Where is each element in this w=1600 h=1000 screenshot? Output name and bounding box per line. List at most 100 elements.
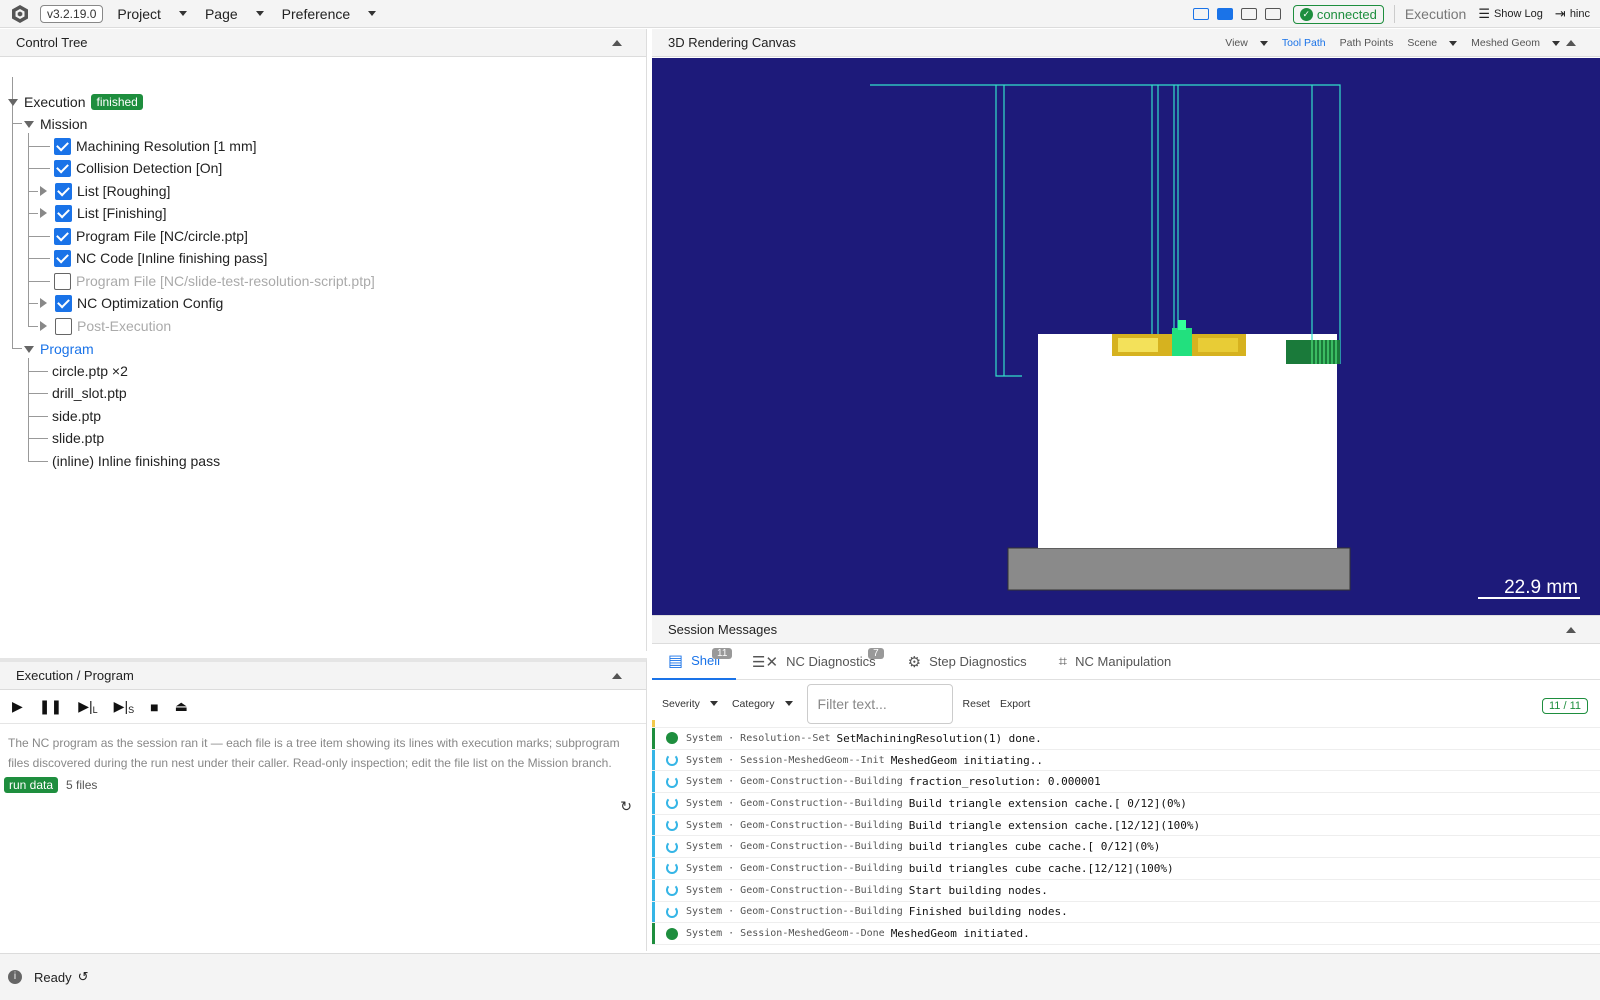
tree-node-mission[interactable]: Mission xyxy=(24,113,87,135)
checkbox[interactable] xyxy=(54,249,71,267)
history-icon[interactable]: ↺ xyxy=(78,969,89,985)
item-label: Collision Detection [On] xyxy=(76,160,223,176)
tree-node-execution[interactable]: Execution finished xyxy=(8,91,143,113)
tool-path-toggle[interactable]: Tool Path xyxy=(1282,37,1326,49)
checkbox[interactable] xyxy=(54,159,71,177)
program-item[interactable]: side.ptp xyxy=(52,405,101,427)
collapse-icon[interactable] xyxy=(1566,40,1576,46)
logout-icon: ⇥ xyxy=(1554,6,1566,21)
mission-item[interactable]: Collision Detection [On] xyxy=(54,157,222,179)
play-icon[interactable]: ▶ xyxy=(12,698,23,715)
eject-icon[interactable]: ⏏ xyxy=(175,698,188,715)
collapse-icon[interactable] xyxy=(612,673,622,679)
message-row[interactable]: System · Geom-Construction--Building Buil… xyxy=(652,793,1600,815)
tab-count-badge: 7 xyxy=(868,647,884,659)
tab-nc-manipulation[interactable]: ⌗ NC Manipulation xyxy=(1043,644,1188,680)
tool-label: View xyxy=(1225,37,1248,49)
path-points-toggle[interactable]: Path Points xyxy=(1340,37,1394,49)
user-menu[interactable]: ⇥ hinc xyxy=(1555,6,1590,22)
message-row[interactable]: System · Geom-Construction--Building buil… xyxy=(652,836,1600,859)
shell-icon: ▤ xyxy=(668,652,684,670)
node-label: Program xyxy=(40,341,94,357)
program-item[interactable]: (inline) Inline finishing pass xyxy=(52,450,220,472)
collapse-icon[interactable] xyxy=(1566,627,1576,633)
message-row[interactable]: System · Geom-Construction--Building frac… xyxy=(652,771,1600,794)
tree-guide xyxy=(28,281,50,282)
control-tree-panel: Control Tree Execution finished Mission … xyxy=(0,29,647,651)
checkbox[interactable] xyxy=(55,294,72,312)
mission-item[interactable]: NC Optimization Config xyxy=(40,292,223,314)
menu-project[interactable]: Project xyxy=(117,6,187,22)
message-row[interactable]: System · Geom-Construction--Building Buil… xyxy=(652,814,1600,837)
severity-select[interactable]: Severity xyxy=(662,698,718,710)
refresh-icon[interactable]: ↻ xyxy=(620,798,632,815)
message-row[interactable]: System · Geom-Construction--Building Star… xyxy=(652,879,1600,902)
collapse-icon[interactable] xyxy=(612,40,622,46)
checkbox[interactable] xyxy=(54,272,71,290)
tool-label: Path Points xyxy=(1339,37,1394,49)
mission-item[interactable]: Program File [NC/circle.ptp] xyxy=(54,225,248,247)
message-row[interactable]: System · Session-MeshedGeom--Init MeshedG… xyxy=(652,749,1600,772)
tab-nc-diagnostics[interactable]: ☰✕ NC Diagnostics 7 xyxy=(736,644,892,680)
mission-item[interactable]: List [Roughing] xyxy=(40,180,170,202)
checkbox[interactable] xyxy=(55,204,72,222)
message-row[interactable]: System · Geom-Construction--Building Fini… xyxy=(652,901,1600,924)
tab-shell[interactable]: ▤ Shell 11 xyxy=(652,644,737,680)
tree-node-program[interactable]: Program xyxy=(24,338,94,360)
severity-bar xyxy=(652,858,655,879)
mission-item[interactable]: Post-Execution xyxy=(40,315,171,337)
checkbox[interactable] xyxy=(54,137,71,155)
layout-split-icon[interactable] xyxy=(1216,8,1233,20)
expand-icon[interactable] xyxy=(24,345,34,353)
expand-right-icon[interactable] xyxy=(40,186,47,196)
checkbox[interactable] xyxy=(55,317,72,335)
checkbox[interactable] xyxy=(55,182,72,200)
mission-item[interactable]: Program File [NC/slide-test-resolution-s… xyxy=(54,270,375,292)
step-sub-icon[interactable]: ▶| S xyxy=(114,698,134,715)
export-button[interactable]: Export xyxy=(1000,698,1030,710)
scene-dropdown[interactable]: Scene xyxy=(1407,37,1458,49)
mission-item[interactable]: List [Finishing] xyxy=(40,202,166,224)
menu-preference[interactable]: Preference xyxy=(281,5,377,22)
meshed-geom-dropdown[interactable]: Meshed Geom xyxy=(1471,37,1560,49)
expand-right-icon[interactable] xyxy=(40,321,47,331)
expand-icon[interactable] xyxy=(8,98,18,106)
status-text: Ready xyxy=(34,969,72,985)
layout-right-icon[interactable] xyxy=(1240,8,1257,20)
expand-icon[interactable] xyxy=(24,120,34,128)
pause-icon[interactable]: ❚❚ xyxy=(39,698,62,715)
item-label: Machining Resolution [1 mm] xyxy=(76,138,257,154)
render-canvas[interactable]: 22.9 mm xyxy=(652,58,1600,615)
program-item[interactable]: drill_slot.ptp xyxy=(52,382,127,404)
checkbox[interactable] xyxy=(54,227,71,245)
menu-page[interactable]: Page xyxy=(205,6,264,22)
step-line-icon[interactable]: ▶| L xyxy=(78,698,97,715)
menu-preference-label: Preference xyxy=(281,5,351,22)
filter-text-input[interactable]: Filter text... xyxy=(806,683,953,724)
expand-right-icon[interactable] xyxy=(40,208,47,218)
message-row[interactable]: System · Geom-Construction--Building buil… xyxy=(652,858,1600,880)
mission-item[interactable]: Machining Resolution [1 mm] xyxy=(54,135,257,157)
show-log-button[interactable]: ☰ Show Log xyxy=(1478,6,1543,22)
info-icon: i xyxy=(8,970,22,984)
message-row[interactable]: System · Resolution--Set SetMachiningReso… xyxy=(652,728,1600,750)
fixture-base xyxy=(1007,547,1351,591)
tree-guide xyxy=(28,371,48,372)
layout-left-icon[interactable] xyxy=(1192,8,1209,20)
reset-button[interactable]: Reset xyxy=(963,698,990,710)
category-select[interactable]: Category xyxy=(732,698,793,710)
program-item[interactable]: slide.ptp xyxy=(52,427,104,449)
connection-status[interactable]: ✓ connected xyxy=(1292,4,1384,24)
expand-right-icon[interactable] xyxy=(40,298,47,308)
layout-full-icon[interactable] xyxy=(1264,8,1281,20)
tool-tip xyxy=(1172,328,1192,356)
message-text: Finished building nodes. xyxy=(908,905,1068,919)
sync-icon xyxy=(666,884,678,897)
mission-item[interactable]: NC Code [Inline finishing pass] xyxy=(54,247,267,269)
tab-step-diagnostics[interactable]: ⚙ Step Diagnostics xyxy=(892,644,1043,680)
stop-icon[interactable]: ■ xyxy=(150,699,158,715)
view-dropdown[interactable]: View xyxy=(1225,37,1268,49)
program-item[interactable]: circle.ptp ×2 xyxy=(52,360,128,382)
message-row[interactable]: System · Session-MeshedGeom--Done MeshedG… xyxy=(652,923,1600,945)
tree-guide xyxy=(28,358,29,462)
